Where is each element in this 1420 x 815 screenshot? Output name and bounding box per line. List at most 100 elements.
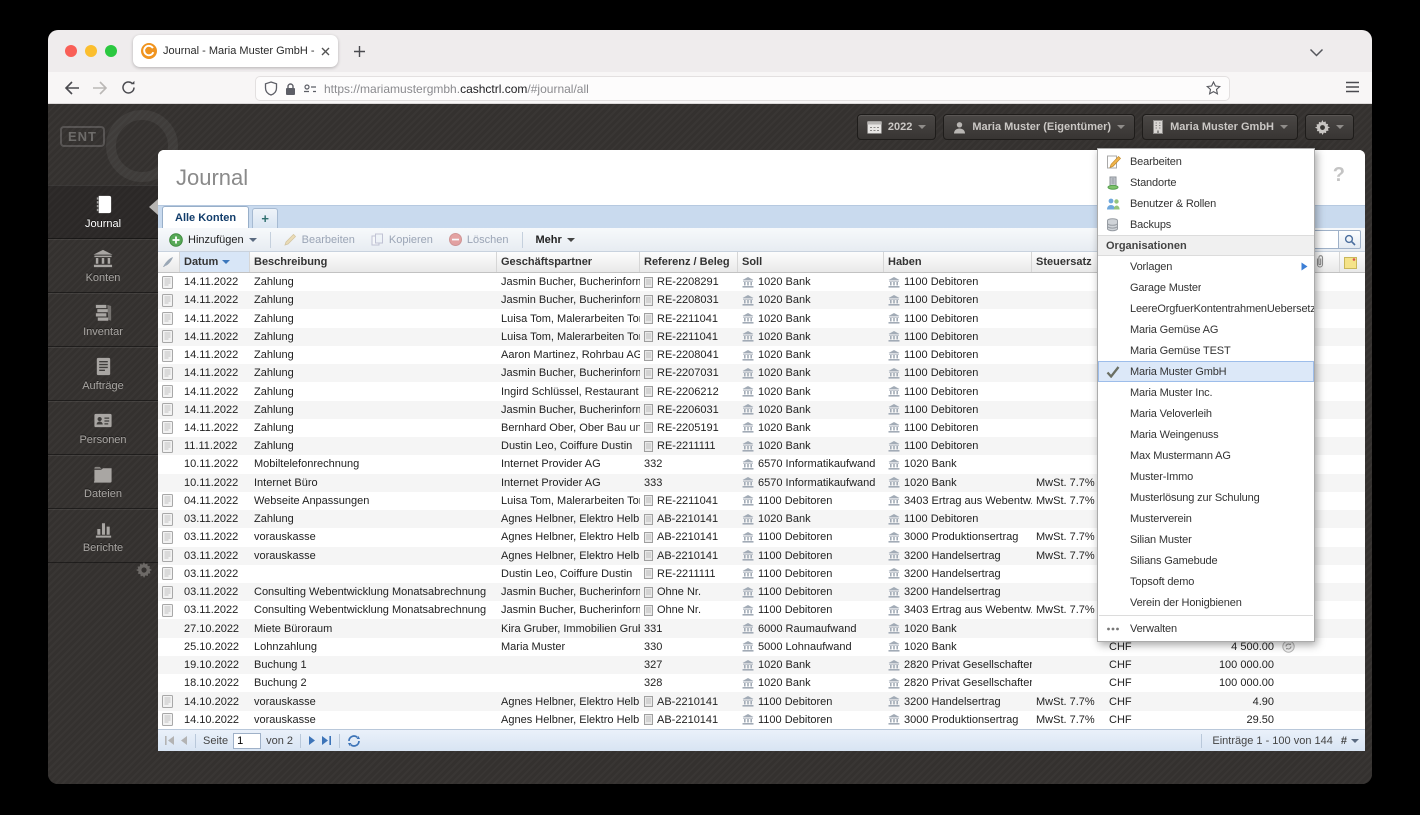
sidebar-item-auftr-ge[interactable]: Aufträge	[48, 347, 158, 401]
menu-item-leereorgfuerkontentrahmenuebersetzung[interactable]: LeereOrgfuerKontentrahmenUebersetzung	[1098, 298, 1314, 319]
column-header-steuersatz[interactable]: Steuersatz	[1032, 252, 1105, 272]
sidebar: Journal Konten Inventar Aufträge Personen Dat…	[48, 185, 158, 563]
menu-item-muster-immo[interactable]: Muster-Immo	[1098, 466, 1314, 487]
table-row[interactable]: 14.10.2022 vorauskasse Agnes Helbner, Elek…	[158, 692, 1365, 711]
tab-alle-konten[interactable]: Alle Konten	[162, 206, 250, 228]
window-zoom-button[interactable]	[105, 45, 117, 57]
bank-account-icon	[742, 440, 754, 452]
column-header-note[interactable]	[1340, 252, 1365, 272]
delete-button: Löschen	[442, 231, 516, 248]
bank-account-icon	[888, 586, 900, 598]
menu-item-verwalten[interactable]: Verwalten	[1098, 618, 1314, 639]
debit-account-cell: 1020 Bank	[738, 309, 884, 327]
user-button[interactable]: Maria Muster (Eigentümer)	[943, 114, 1136, 140]
menu-item-label: Musterverein	[1130, 512, 1192, 525]
note-cell	[1340, 273, 1365, 291]
date-cell: 14.11.2022	[184, 330, 239, 343]
sidebar-item-berichte[interactable]: Berichte	[48, 509, 158, 563]
menu-item-backups[interactable]: Backups	[1098, 214, 1314, 235]
page-number-input[interactable]	[233, 732, 262, 749]
credit-account-cell: 3200 Handelsertrag	[884, 692, 1032, 710]
row-number-toggle[interactable]: #	[1341, 735, 1359, 747]
sidebar-item-konten[interactable]: Konten	[48, 239, 158, 293]
menu-item-musterverein[interactable]: Musterverein	[1098, 508, 1314, 529]
fiscal-year-button[interactable]: 2022	[856, 114, 937, 140]
refresh-icon[interactable]	[347, 734, 361, 748]
tax-cell	[1032, 419, 1105, 437]
sidebar-item-inventar[interactable]: Inventar	[48, 293, 158, 347]
tab-overflow-chevron-icon[interactable]	[1309, 44, 1324, 62]
help-icon[interactable]: ?	[1333, 164, 1345, 187]
window-minimize-button[interactable]	[85, 45, 97, 57]
note-cell	[1340, 656, 1365, 674]
menu-item-silians-gamebude[interactable]: Silians Gamebude	[1098, 550, 1314, 571]
column-header-beschreibung[interactable]: Beschreibung	[250, 252, 497, 272]
entry-flag-column-header[interactable]	[158, 252, 180, 272]
reference-cell: Ohne Nr.	[640, 601, 738, 619]
settings-button[interactable]	[1305, 114, 1354, 140]
window-close-button[interactable]	[65, 45, 77, 57]
more-button[interactable]: Mehr	[529, 232, 582, 248]
tax-cell	[1032, 364, 1105, 382]
sidebar-item-dateien[interactable]: Dateien	[48, 455, 158, 509]
url-bar[interactable]: https://mariamustergmbh.cashctrl.com/#jo…	[255, 76, 1230, 101]
menu-item-maria-gem-se-ag[interactable]: Maria Gemüse AG	[1098, 319, 1314, 340]
menu-item-maria-veloverleih[interactable]: Maria Veloverleih	[1098, 403, 1314, 424]
tracking-shield-icon[interactable]	[264, 81, 278, 96]
column-header-referenz-beleg[interactable]: Referenz / Beleg	[640, 252, 738, 272]
lock-icon[interactable]	[285, 82, 296, 96]
column-header-datum[interactable]: Datum	[180, 252, 250, 272]
menu-item-verein-der-honigbienen[interactable]: Verein der Honigbienen	[1098, 592, 1314, 613]
menu-item-maria-weingenuss[interactable]: Maria Weingenuss	[1098, 424, 1314, 445]
partner-cell: Internet Provider AG	[501, 476, 601, 489]
next-page-icon[interactable]	[308, 736, 316, 745]
note-cell	[1340, 619, 1365, 637]
sidebar-item-personen[interactable]: Personen	[48, 401, 158, 455]
menu-item-standorte[interactable]: Standorte	[1098, 172, 1314, 193]
last-page-icon[interactable]	[321, 736, 332, 745]
reference-document-icon	[644, 294, 653, 306]
new-tab-button[interactable]	[348, 40, 370, 62]
menu-item-label: Max Mustermann AG	[1130, 449, 1231, 462]
bookmark-star-icon[interactable]	[1206, 81, 1221, 96]
add-button[interactable]: Hinzufügen	[162, 231, 264, 249]
sidebar-item-journal[interactable]: Journal	[48, 185, 158, 239]
back-icon[interactable]	[58, 76, 86, 100]
organization-button[interactable]: Maria Muster GmbH	[1142, 114, 1298, 140]
menu-item-silian-muster[interactable]: Silian Muster	[1098, 529, 1314, 550]
menu-item-benutzer-rollen[interactable]: Benutzer & Rollen	[1098, 193, 1314, 214]
organization-dropdown-menu: Bearbeiten Standorte Benutzer & Rollen Back…	[1097, 148, 1315, 642]
note-cell	[1340, 711, 1365, 729]
partner-cell	[497, 674, 640, 692]
menu-item-max-mustermann-ag[interactable]: Max Mustermann AG	[1098, 445, 1314, 466]
menu-item-topsoft-demo[interactable]: Topsoft demo	[1098, 571, 1314, 592]
menu-hamburger-icon[interactable]	[1345, 80, 1360, 98]
table-row[interactable]: 18.10.2022 Buchung 2 328 1020 Bank 2820 Priv…	[158, 674, 1365, 692]
date-cell: 14.11.2022	[184, 349, 239, 362]
reload-icon[interactable]	[114, 76, 142, 100]
menu-item-bearbeiten[interactable]: Bearbeiten	[1098, 151, 1314, 172]
forward-icon[interactable]	[86, 76, 114, 100]
column-header-haben[interactable]: Haben	[884, 252, 1032, 272]
menu-item-vorlagen[interactable]: Vorlagen	[1098, 256, 1314, 277]
menu-item-label: Maria Gemüse AG	[1130, 323, 1219, 336]
add-view-tab-button[interactable]: +	[252, 208, 279, 228]
search-icon[interactable]	[1339, 230, 1361, 249]
permissions-icon[interactable]	[303, 83, 317, 95]
entry-document-cell	[158, 401, 180, 419]
sidebar-gear-icon[interactable]	[136, 562, 152, 583]
menu-item-maria-muster-inc[interactable]: Maria Muster Inc.	[1098, 382, 1314, 403]
menu-item-garage-muster[interactable]: Garage Muster	[1098, 277, 1314, 298]
menu-item-maria-gem-se-test[interactable]: Maria Gemüse TEST	[1098, 340, 1314, 361]
menu-item-musterl-sung-zur-schulung[interactable]: Musterlösung zur Schulung	[1098, 487, 1314, 508]
tab-close-icon[interactable]	[321, 47, 330, 56]
browser-tab[interactable]: Journal - Maria Muster GmbH -	[133, 35, 338, 67]
table-row[interactable]: 14.10.2022 vorauskasse Agnes Helbner, Elek…	[158, 711, 1365, 729]
column-header-soll[interactable]: Soll	[738, 252, 884, 272]
bank-account-icon	[742, 276, 754, 288]
entry-document-cell	[158, 656, 180, 674]
column-header-geschaeftspartner[interactable]: Geschäftspartner	[497, 252, 640, 272]
description-cell: Zahlung	[254, 421, 294, 434]
table-row[interactable]: 19.10.2022 Buchung 1 327 1020 Bank 2820 Priv…	[158, 655, 1365, 675]
menu-item-maria-muster-gmbh[interactable]: Maria Muster GmbH	[1098, 361, 1314, 382]
